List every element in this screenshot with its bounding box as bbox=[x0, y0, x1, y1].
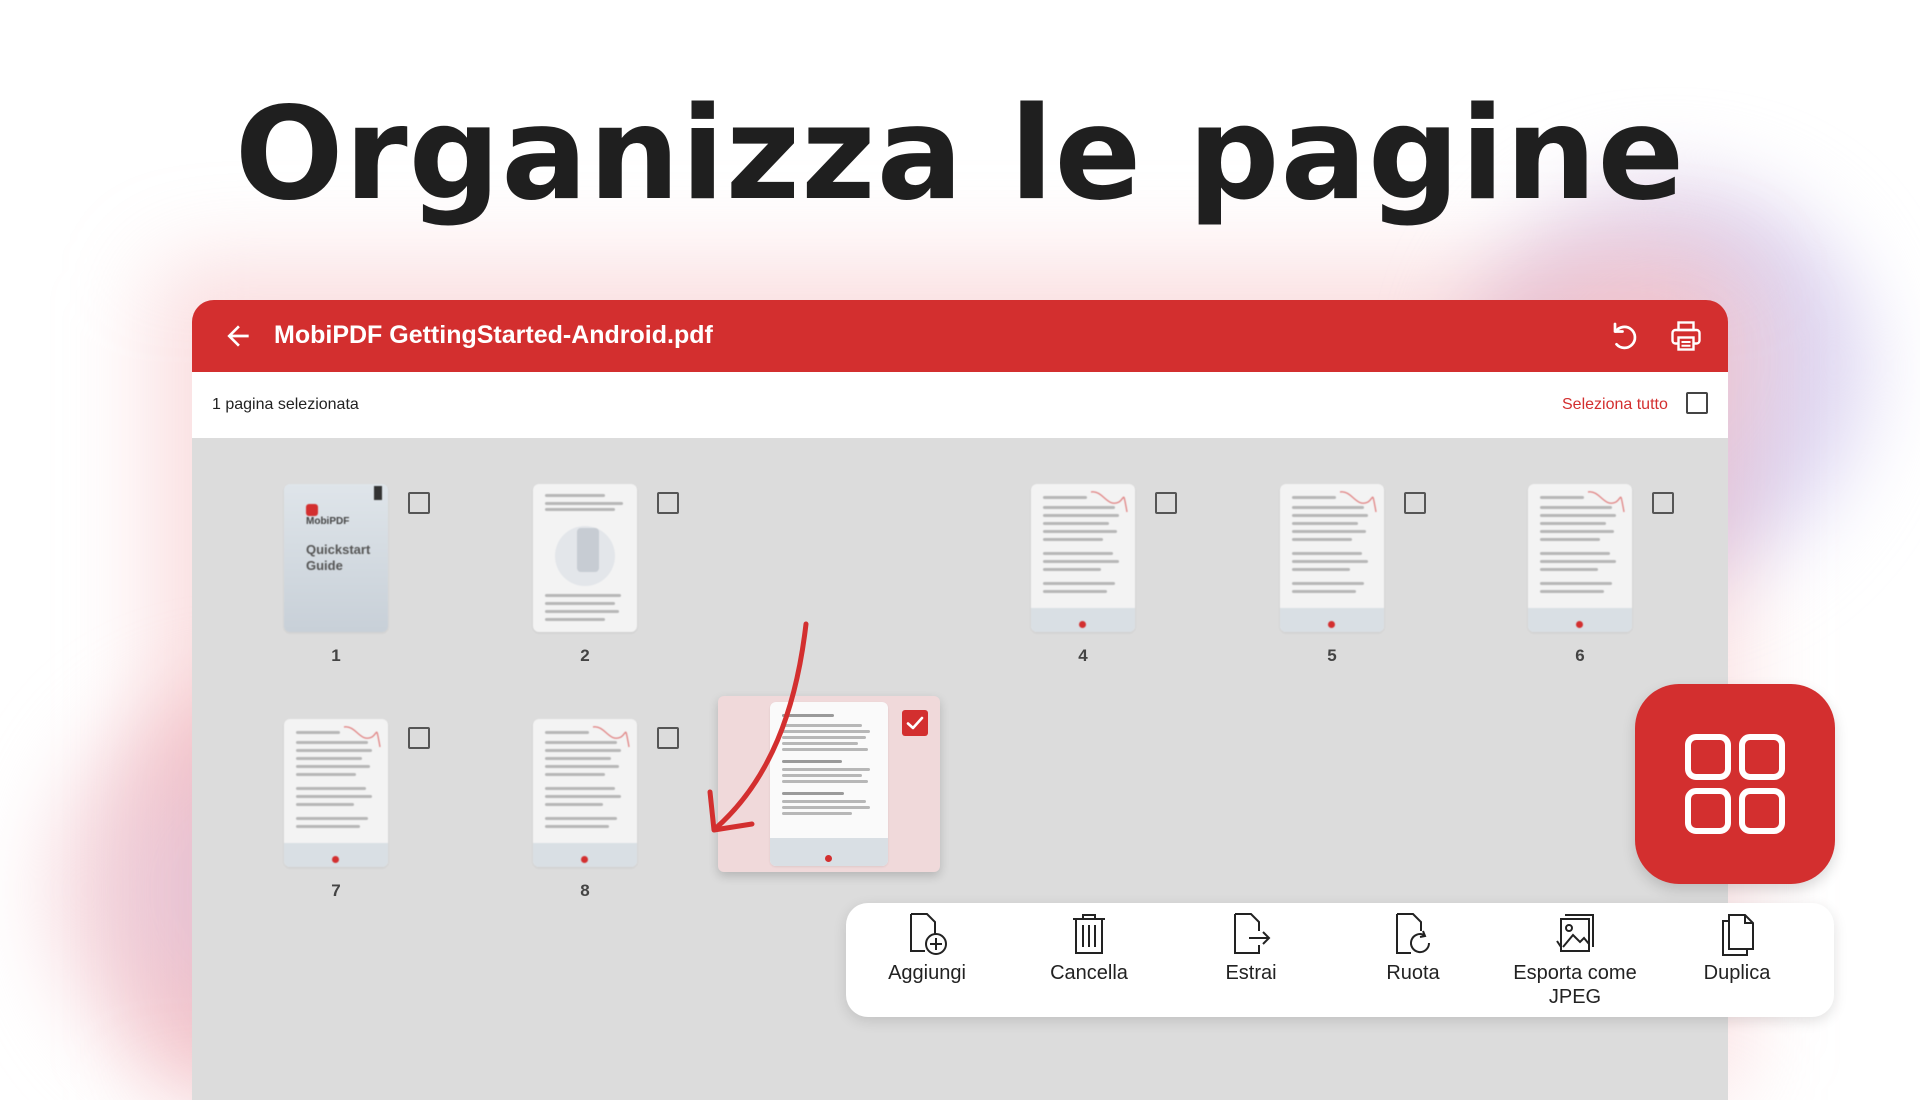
page-preview bbox=[1031, 484, 1135, 632]
selection-bar: 1 pagina selezionata Seleziona tutto bbox=[192, 372, 1728, 438]
duplicate-page-button[interactable]: Duplica bbox=[1662, 911, 1812, 985]
arrow-left-icon[interactable] bbox=[222, 320, 254, 352]
select-all-label[interactable]: Seleziona tutto bbox=[1562, 396, 1668, 414]
page-number: 7 bbox=[331, 881, 341, 900]
page-checkbox[interactable] bbox=[657, 727, 679, 749]
checkmark-icon bbox=[906, 716, 924, 730]
rotate-page-button[interactable]: Ruota bbox=[1338, 911, 1488, 985]
page-number: 1 bbox=[331, 646, 341, 665]
action-label: Aggiungi bbox=[888, 962, 966, 984]
extract-page-button[interactable]: Estrai bbox=[1176, 911, 1326, 985]
page-number: 2 bbox=[580, 646, 590, 665]
page-preview bbox=[284, 719, 388, 867]
document-title: MobiPDF GettingStarted-Android.pdf bbox=[274, 321, 713, 349]
action-label: Esporta come JPEG bbox=[1513, 962, 1637, 1008]
page-preview bbox=[1528, 484, 1632, 632]
page-checkbox[interactable] bbox=[1404, 492, 1426, 514]
file-add-icon bbox=[910, 913, 947, 955]
organize-feature-badge bbox=[1635, 684, 1835, 884]
page-preview bbox=[533, 484, 637, 632]
delete-page-button[interactable]: Cancella bbox=[1014, 911, 1164, 985]
page-preview: MobiPDF Quickstart Guide bbox=[284, 484, 388, 632]
file-export-icon bbox=[1234, 913, 1271, 954]
action-label: Ruota bbox=[1386, 962, 1440, 984]
page-checkbox[interactable] bbox=[408, 727, 430, 749]
page-checkbox[interactable] bbox=[408, 492, 430, 514]
add-page-button[interactable]: Aggiungi bbox=[852, 911, 1002, 985]
file-rotate-icon bbox=[1396, 913, 1431, 954]
grid-four-icon bbox=[1685, 734, 1785, 834]
headline: Organizza le pagine bbox=[234, 80, 1686, 229]
print-icon[interactable] bbox=[1668, 318, 1704, 354]
export-jpeg-button[interactable]: Esporta come JPEG bbox=[1500, 911, 1650, 1009]
page-actions-toolbar: Aggiungi Cancella Estrai Ruota Esporta c… bbox=[846, 903, 1834, 1017]
page-checkbox[interactable] bbox=[1155, 492, 1177, 514]
action-label: Duplica bbox=[1703, 962, 1771, 984]
drag-arrow-icon bbox=[707, 621, 809, 833]
page-number: 6 bbox=[1575, 646, 1585, 665]
top-app-bar: MobiPDF GettingStarted-Android.pdf bbox=[192, 300, 1728, 372]
bookmark-icon bbox=[374, 486, 382, 500]
page-checkbox-checked[interactable] bbox=[902, 710, 928, 736]
cover-title: Quickstart Guide bbox=[306, 542, 371, 573]
page-checkbox[interactable] bbox=[657, 492, 679, 514]
trash-icon bbox=[1073, 914, 1105, 954]
action-label: Estrai bbox=[1225, 962, 1277, 984]
page-number: 5 bbox=[1327, 646, 1337, 665]
action-label: Cancella bbox=[1050, 962, 1128, 984]
cover-logo: MobiPDF bbox=[306, 504, 362, 527]
page-number: 4 bbox=[1078, 646, 1088, 665]
image-export-icon bbox=[1556, 914, 1594, 952]
undo-icon[interactable] bbox=[1606, 318, 1642, 354]
duplicate-icon bbox=[1722, 914, 1754, 956]
select-all-checkbox[interactable] bbox=[1686, 392, 1708, 414]
selection-count: 1 pagina selezionata bbox=[212, 396, 359, 413]
page-preview bbox=[533, 719, 637, 867]
page-number: 8 bbox=[580, 881, 590, 900]
page-checkbox[interactable] bbox=[1652, 492, 1674, 514]
page-preview bbox=[1280, 484, 1384, 632]
